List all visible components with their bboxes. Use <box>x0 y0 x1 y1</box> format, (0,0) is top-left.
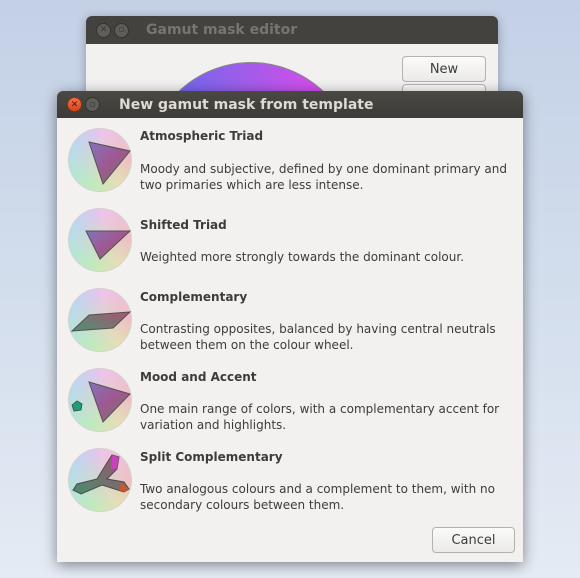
template-title: Shifted Triad <box>140 218 227 232</box>
template-description: Weighted more strongly towards the domin… <box>140 250 465 264</box>
template-description: Two analogous colours and a complement t… <box>140 482 495 512</box>
atmospheric-triad-wheel-icon <box>68 128 132 192</box>
template-description: One main range of colors, with a complem… <box>140 402 500 432</box>
template-description: Contrasting opposites, balanced by havin… <box>140 322 496 352</box>
template-title: Atmospheric Triad <box>140 129 264 143</box>
template-split-complementary[interactable]: Split Complementary Two analogous colour… <box>57 446 523 526</box>
template-title: Complementary <box>140 290 248 304</box>
shifted-triad-wheel-icon <box>68 208 132 272</box>
mood-and-accent-wheel-icon <box>68 368 132 432</box>
template-atmospheric-triad[interactable]: Atmospheric Triad Moody and subjective, … <box>57 126 523 206</box>
template-shifted-triad[interactable]: Shifted Triad Weighted more strongly tow… <box>57 206 523 286</box>
maximize-icon[interactable]: ▫ <box>85 97 100 112</box>
maximize-icon[interactable]: ▫ <box>114 22 129 38</box>
title-bar: ✕ ▫ Gamut mask editor <box>86 16 498 44</box>
template-dialog: ✕ ▫ New gamut mask from template Atmosph… <box>57 91 523 562</box>
template-title: Split Complementary <box>140 450 283 464</box>
close-icon[interactable]: ✕ <box>96 22 111 38</box>
template-mood-and-accent[interactable]: Mood and Accent One main range of colors… <box>57 366 523 446</box>
template-complementary[interactable]: Complementary Contrasting opposites, bal… <box>57 286 523 366</box>
dialog-title: New gamut mask from template <box>119 96 374 113</box>
new-button[interactable]: New <box>402 56 486 82</box>
complementary-wheel-icon <box>68 288 132 352</box>
template-title: Mood and Accent <box>140 370 257 384</box>
cancel-button[interactable]: Cancel <box>432 527 515 553</box>
dialog-title-bar: ✕ ▫ New gamut mask from template <box>57 91 523 118</box>
template-description: Moody and subjective, defined by one dom… <box>140 162 507 192</box>
window-title: Gamut mask editor <box>146 22 298 38</box>
close-icon[interactable]: ✕ <box>67 97 82 112</box>
split-complementary-wheel-icon <box>68 448 132 512</box>
